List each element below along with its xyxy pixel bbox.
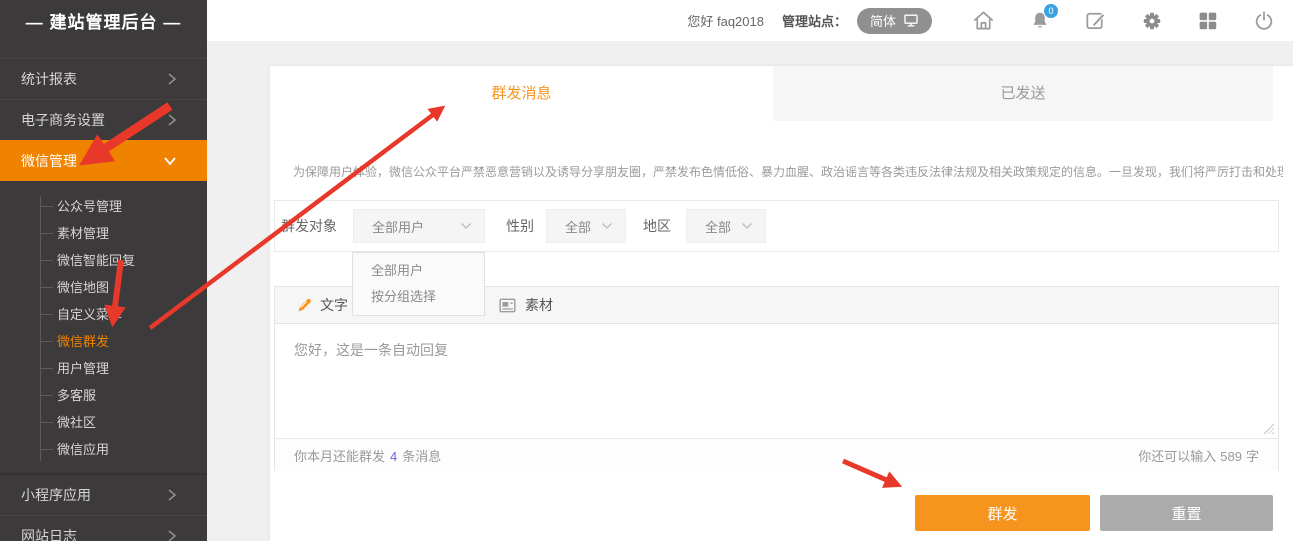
region-label: 地区: [643, 216, 671, 236]
remaining-count: 589: [1220, 449, 1242, 464]
reset-button[interactable]: 重置: [1100, 495, 1273, 531]
submenu-item-official-account[interactable]: 公众号管理: [0, 193, 207, 220]
target-label: 群发对象: [281, 216, 337, 236]
editor-statusbar: 你本月还能群发 4 条消息 你还可以输入 589 字: [275, 438, 1278, 471]
tab-sent[interactable]: 已发送: [773, 66, 1273, 121]
chevron-right-icon: [167, 529, 177, 541]
material-tool[interactable]: 素材: [498, 295, 553, 315]
remaining-suffix: 字: [1246, 449, 1259, 464]
tab-bar: 群发消息 已发送: [270, 66, 1293, 121]
sidebar-item-label: 统计报表: [21, 71, 77, 87]
audience-filter-bar: 群发对象 全部用户 性别 全部 地区 全部: [274, 200, 1279, 252]
dropdown-option-all-users[interactable]: 全部用户: [353, 258, 484, 284]
submenu-item-multi-service[interactable]: 多客服: [0, 382, 207, 409]
power-icon[interactable]: [1252, 9, 1275, 32]
top-header: 您好 faq2018 管理站点： 简体 0: [207, 0, 1293, 41]
material-tool-label: 素材: [525, 295, 553, 315]
send-button[interactable]: 群发: [915, 495, 1090, 531]
remaining-prefix: 你还可以输入: [1138, 449, 1216, 464]
submenu-item-micro-community[interactable]: 微社区: [0, 409, 207, 436]
chevron-down-icon: [601, 222, 613, 230]
submenu-item-user-management[interactable]: 用户管理: [0, 355, 207, 382]
header-icons: 0: [972, 9, 1275, 32]
chevron-right-icon: [167, 488, 177, 502]
chevron-down-icon: [460, 222, 472, 230]
policy-notice: 为保障用户体验，微信公众平台严禁恶意营销以及诱导分享朋友圈，严禁发布色情低俗、暴…: [293, 163, 1283, 180]
chevron-right-icon: [167, 72, 177, 86]
app-title: — 建站管理后台 —: [0, 0, 207, 42]
submenu-item-wechat-app[interactable]: 微信应用: [0, 436, 207, 463]
gender-select-value: 全部: [565, 217, 591, 236]
user-greeting: 您好 faq2018: [687, 11, 764, 30]
message-content-editor[interactable]: 您好，这是一条自动回复: [275, 324, 1278, 438]
quota-suffix: 条消息: [402, 449, 441, 464]
gender-label: 性别: [506, 216, 534, 236]
gender-select[interactable]: 全部: [546, 209, 626, 243]
target-select[interactable]: 全部用户: [353, 209, 485, 243]
sidebar-item-miniprogram[interactable]: 小程序应用: [0, 473, 207, 515]
message-text: 您好，这是一条自动回复: [294, 342, 448, 358]
grid-icon[interactable]: [1196, 9, 1219, 32]
resize-grip[interactable]: [1263, 423, 1274, 434]
main-panel: 群发消息 已发送 为保障用户体验，微信公众平台严禁恶意营销以及诱导分享朋友圈，严…: [270, 66, 1293, 541]
submenu-item-custom-menu[interactable]: 自定义菜单: [0, 301, 207, 328]
sidebar-item-label: 电子商务设置: [21, 112, 105, 128]
monitor-icon: [903, 13, 919, 28]
chars-remaining-text: 你还可以输入 589 字: [1138, 446, 1259, 465]
home-icon[interactable]: [972, 9, 995, 32]
material-icon: [498, 297, 517, 314]
pencil-icon: [295, 296, 312, 314]
managed-site-label: 管理站点：: [782, 11, 847, 30]
compose-icon[interactable]: [1084, 9, 1107, 32]
text-tool[interactable]: 文字: [295, 295, 348, 315]
region-select-value: 全部: [705, 217, 731, 236]
target-select-value: 全部用户: [372, 217, 424, 236]
target-select-dropdown: 全部用户 按分组选择: [352, 252, 485, 316]
bell-icon[interactable]: 0: [1028, 9, 1051, 32]
sidebar-item-label: 微信管理: [21, 153, 77, 169]
sidebar-item-wechat-management[interactable]: 微信管理: [0, 140, 207, 181]
site-language-label: 简体: [870, 11, 896, 30]
gear-icon[interactable]: [1140, 9, 1163, 32]
submenu-item-wechat-map[interactable]: 微信地图: [0, 274, 207, 301]
sidebar-item-ecommerce[interactable]: 电子商务设置: [0, 99, 207, 140]
quota-count: 4: [390, 449, 397, 464]
submenu-item-mass-send[interactable]: 微信群发: [0, 328, 207, 355]
sidebar-item-label: 小程序应用: [21, 487, 91, 503]
submenu-item-smart-reply[interactable]: 微信智能回复: [0, 247, 207, 274]
sidebar-item-stats[interactable]: 统计报表: [0, 58, 207, 99]
text-tool-label: 文字: [320, 295, 348, 315]
dropdown-option-by-group[interactable]: 按分组选择: [353, 284, 484, 310]
region-select[interactable]: 全部: [686, 209, 766, 243]
sidebar: — 建站管理后台 — 统计报表 电子商务设置 微信管理 公众号管理 素材管理 微…: [0, 0, 207, 541]
chevron-down-icon: [741, 222, 753, 230]
tab-mass-message[interactable]: 群发消息: [270, 66, 773, 121]
wechat-submenu: 公众号管理 素材管理 微信智能回复 微信地图 自定义菜单 微信群发 用户管理 多…: [0, 181, 207, 473]
sidebar-item-site-log[interactable]: 网站日志: [0, 515, 207, 541]
chevron-down-icon: [163, 156, 177, 166]
sidebar-item-label: 网站日志: [21, 528, 77, 541]
submenu-item-material[interactable]: 素材管理: [0, 220, 207, 247]
site-language-button[interactable]: 简体: [857, 8, 932, 34]
monthly-quota-text: 你本月还能群发 4 条消息: [294, 446, 441, 465]
notification-badge: 0: [1044, 4, 1058, 18]
quota-prefix: 你本月还能群发: [294, 449, 385, 464]
chevron-right-icon: [167, 113, 177, 127]
